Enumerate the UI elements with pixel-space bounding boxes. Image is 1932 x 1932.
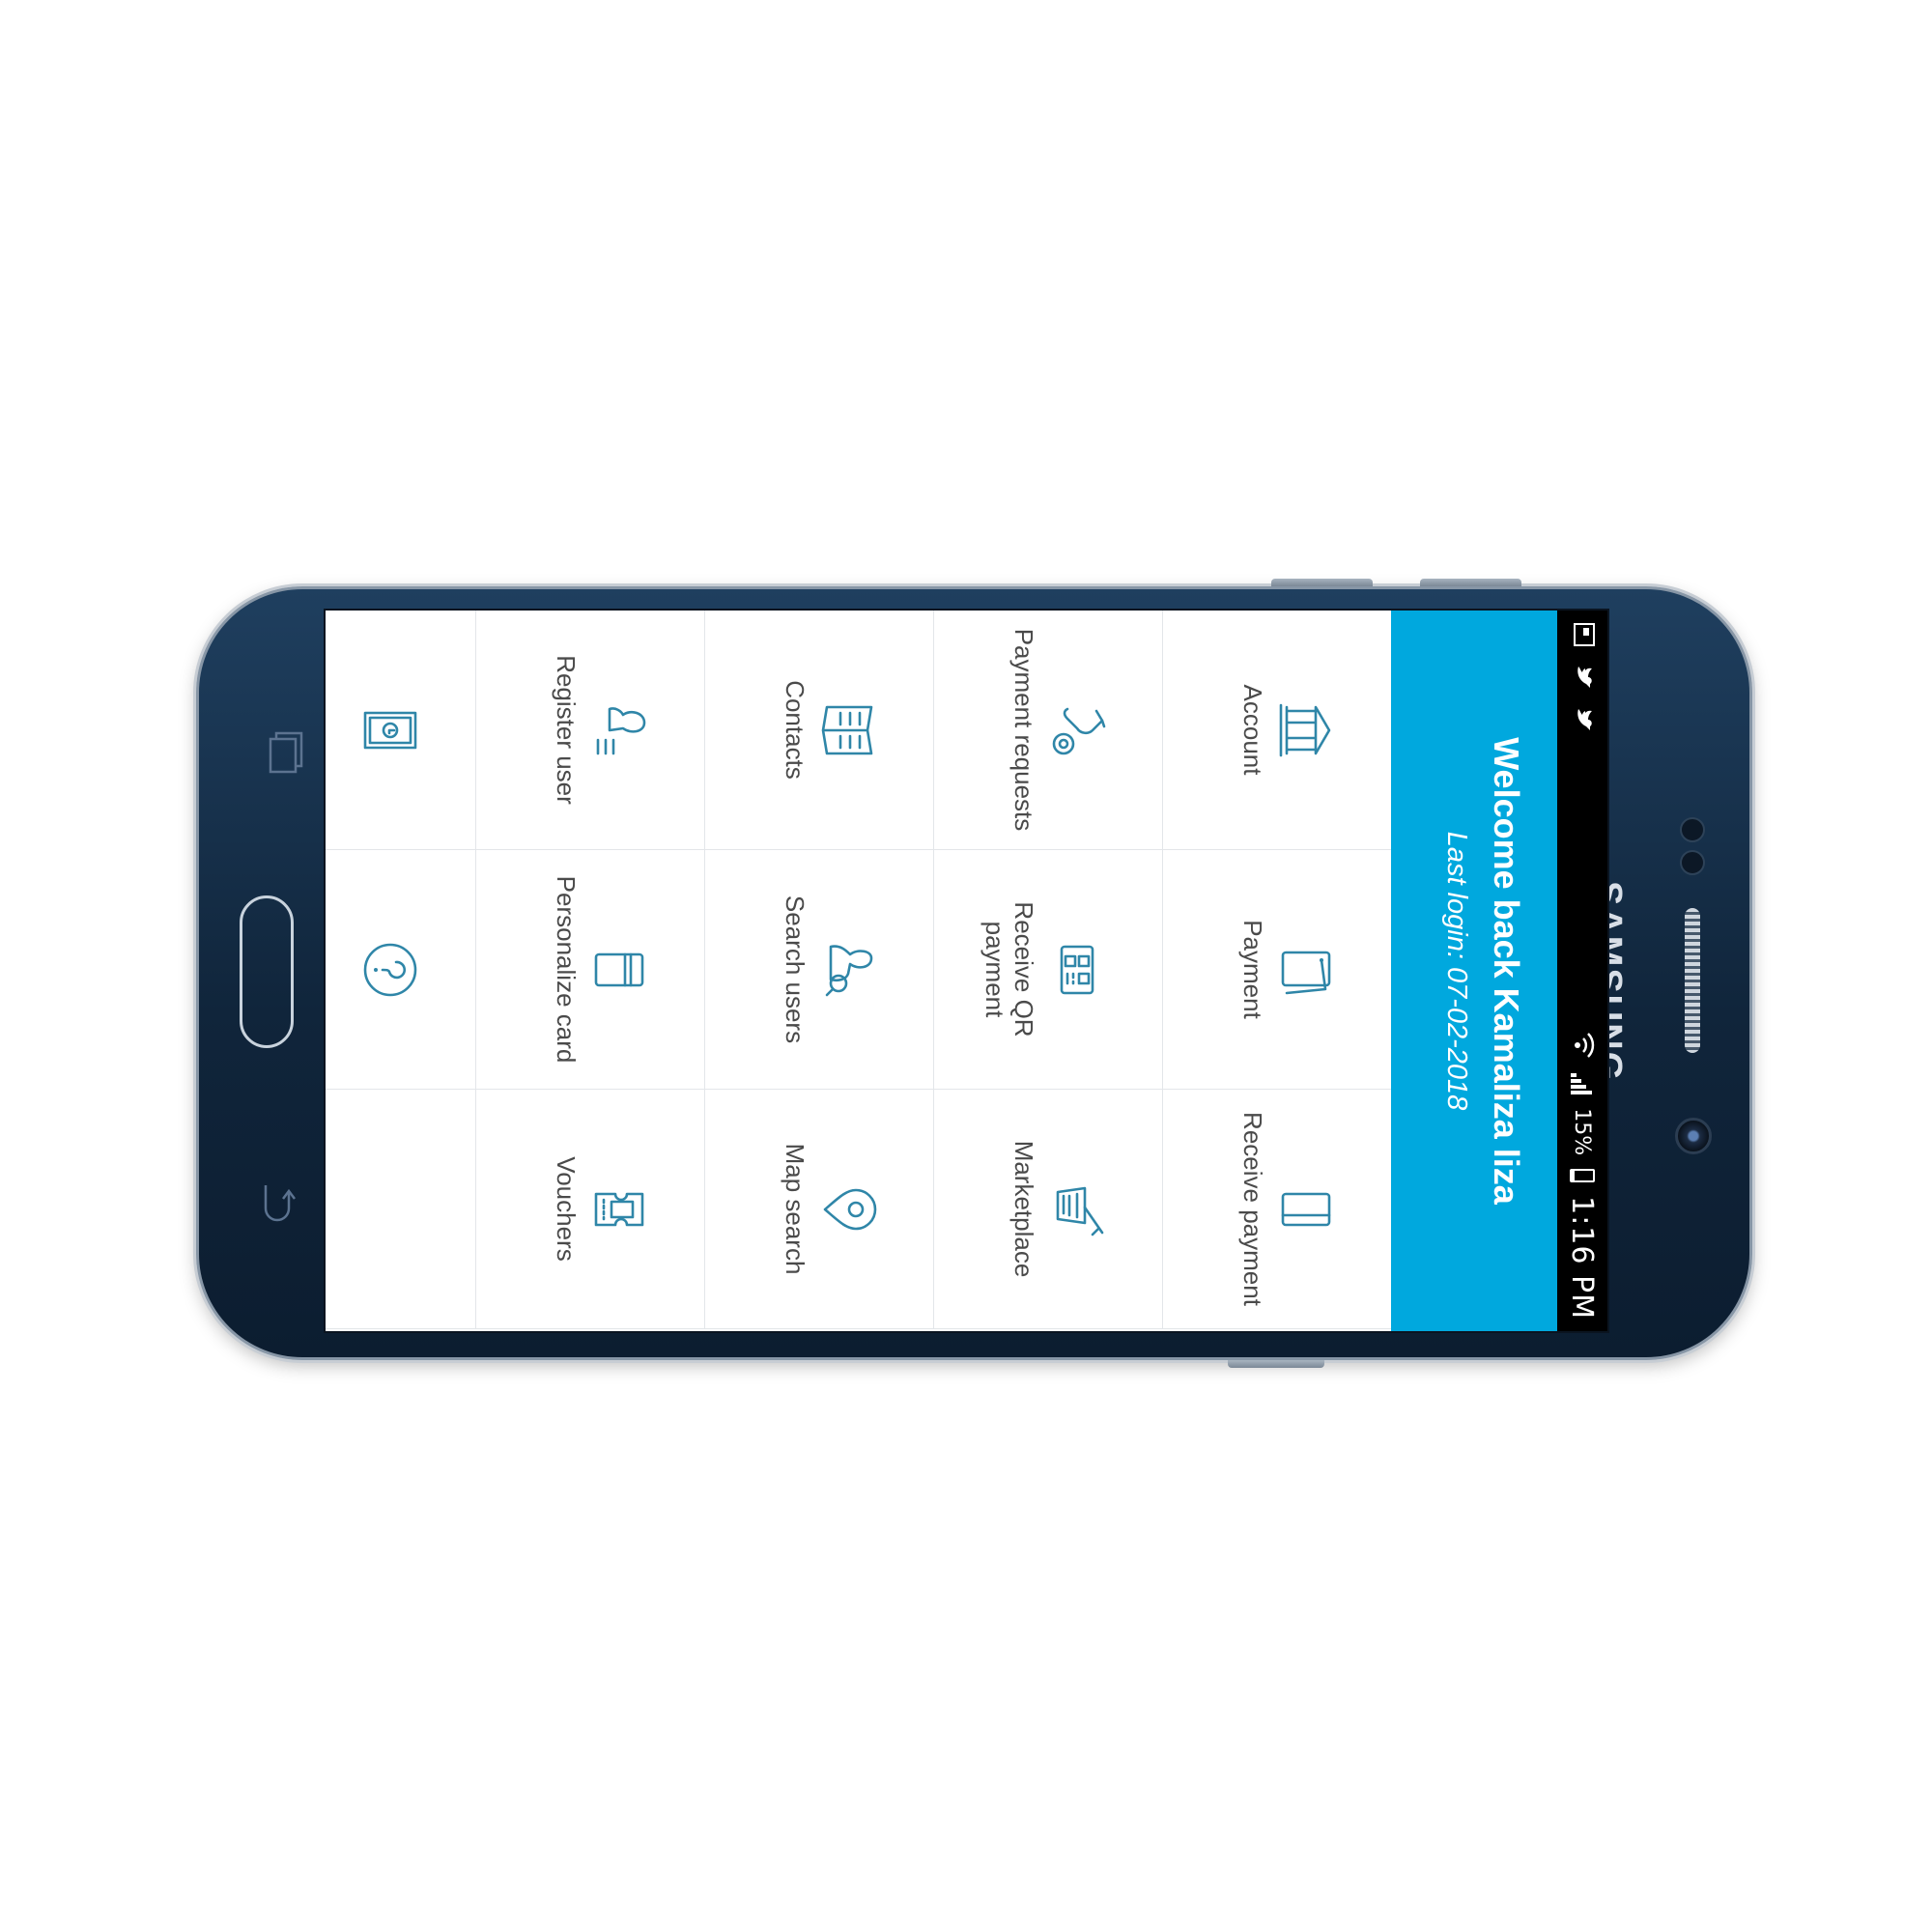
search-users-icon — [825, 945, 873, 997]
home-button[interactable] — [240, 895, 294, 1048]
volume-down-button — [1420, 579, 1521, 586]
menu-item-label: Receive QR payment — [980, 901, 1038, 1037]
menu-item-label: Receive payment — [1238, 1112, 1267, 1306]
menu-item-help[interactable] — [326, 850, 475, 1090]
menu-item-label: Register user — [552, 655, 581, 805]
battery-icon — [1570, 1169, 1595, 1183]
menu-item-label: Vouchers — [552, 1156, 581, 1262]
earpiece-speaker — [1685, 908, 1700, 1053]
power-button — [1228, 1360, 1324, 1368]
banknote-icon — [363, 711, 417, 750]
menu-item-label: Account — [1238, 684, 1267, 776]
menu-item-vouchers[interactable]: Vouchers — [475, 1090, 704, 1329]
menu-item-marketplace[interactable]: Marketplace — [933, 1090, 1162, 1329]
recent-apps-icon[interactable] — [257, 729, 315, 787]
address-book-icon — [821, 705, 873, 755]
menu-item-label: Map search — [781, 1143, 810, 1275]
menu-item-empty — [326, 1090, 475, 1329]
welcome-header: Welcome back Kamaliza liza Last login: 0… — [1391, 611, 1557, 1331]
menu-item-map-search[interactable]: Map search — [704, 1090, 933, 1329]
back-icon[interactable] — [252, 1174, 310, 1232]
front-camera — [1675, 1118, 1712, 1154]
app-canvas: 15% 1:16 PM Welcome back Kamaliza liza L… — [326, 611, 1607, 1331]
twitter-icon — [1569, 665, 1596, 690]
proximity-sensor — [1680, 817, 1705, 842]
battery-percent: 15% — [1570, 1108, 1595, 1156]
menu-item-label: Contacts — [781, 680, 810, 780]
qr-code-icon — [1060, 945, 1094, 995]
menu-grid: Account Payment Receive payment Payment … — [326, 611, 1391, 1331]
menu-item-payment[interactable]: Payment — [1162, 850, 1391, 1090]
map-pin-icon — [823, 1188, 877, 1231]
wifi-icon — [1568, 1031, 1597, 1060]
menu-item-receive-qr[interactable]: Receive QR payment — [933, 850, 1162, 1090]
voucher-icon — [594, 1192, 644, 1227]
volume-up-button — [1271, 579, 1373, 586]
bank-icon — [1279, 703, 1331, 757]
personalize-card-icon — [594, 952, 644, 987]
menu-item-banknote[interactable] — [326, 611, 475, 850]
menu-item-label: Payment — [1238, 920, 1267, 1019]
help-icon — [363, 943, 417, 997]
status-bar: 15% 1:16 PM — [1557, 611, 1607, 1331]
hand-coin-icon — [1052, 707, 1106, 755]
menu-item-search-users[interactable]: Search users — [704, 850, 933, 1090]
menu-item-contacts[interactable]: Contacts — [704, 611, 933, 850]
menu-item-personalize-card[interactable]: Personalize card — [475, 850, 704, 1090]
register-user-icon — [596, 707, 646, 755]
menu-item-label: Personalize card — [552, 875, 581, 1064]
twitter-icon — [1569, 707, 1596, 732]
clock: 1:16 PM — [1565, 1196, 1600, 1320]
menu-item-label: Payment requests — [1009, 628, 1038, 832]
signal-icon — [1571, 1073, 1594, 1095]
welcome-text: Welcome back Kamaliza liza — [1487, 737, 1526, 1205]
shopping-basket-icon — [1056, 1186, 1104, 1236]
menu-item-label: Marketplace — [1009, 1140, 1038, 1278]
payment-cards-icon — [1281, 951, 1331, 995]
screenshot-notification-icon — [1569, 622, 1596, 647]
card-icon — [1281, 1192, 1331, 1227]
menu-item-receive-payment[interactable]: Receive payment — [1162, 1090, 1391, 1329]
light-sensor — [1680, 850, 1705, 875]
menu-item-label: Search users — [781, 895, 810, 1044]
menu-item-register-user[interactable]: Register user — [475, 611, 704, 850]
screen: 15% 1:16 PM Welcome back Kamaliza liza L… — [324, 609, 1609, 1333]
menu-item-payment-requests[interactable]: Payment requests — [933, 611, 1162, 850]
last-login-text: Last login: 07-02-2018 — [1441, 831, 1472, 1111]
menu-item-account[interactable]: Account — [1162, 611, 1391, 850]
